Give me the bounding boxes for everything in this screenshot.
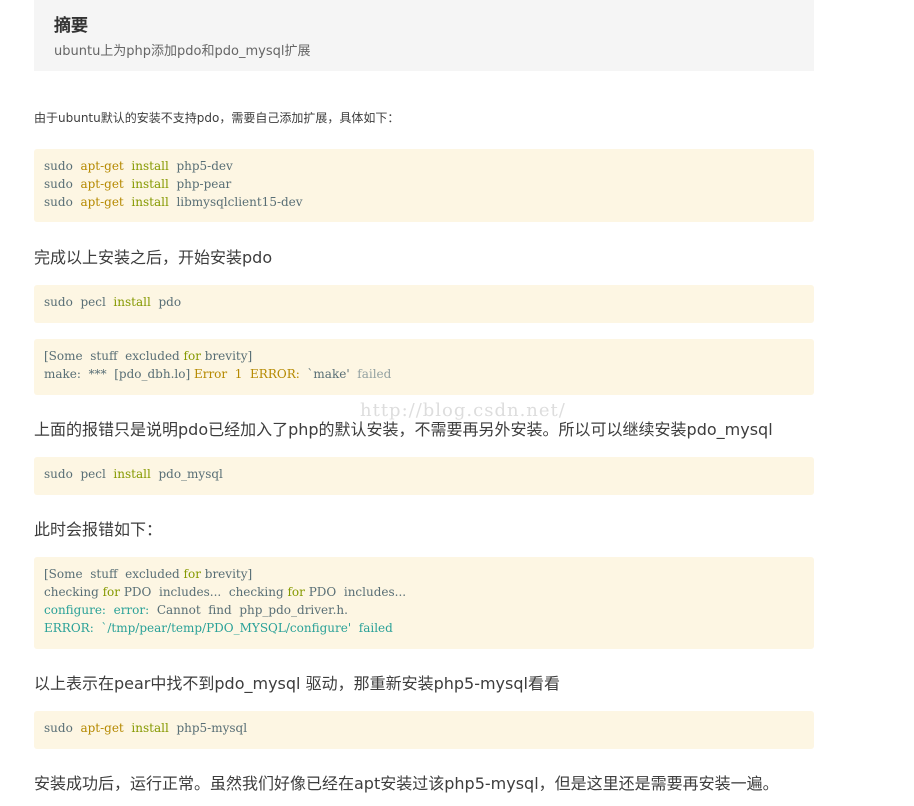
code-block-pdo-mysql-error: [Some stuff excluded for brevity] checki…	[34, 557, 814, 649]
code-line: sudo apt-get install php5-dev	[44, 159, 233, 173]
code-line: [Some stuff excluded for brevity]	[44, 349, 253, 363]
code-block-pdo-error: [Some stuff excluded for brevity] make: …	[34, 339, 814, 395]
code-block-pecl-pdo-mysql: sudo pecl install pdo_mysql	[34, 457, 814, 495]
code-line: sudo pecl install pdo	[44, 295, 182, 309]
code-line: configure: error: Cannot find php_pdo_dr…	[44, 603, 348, 617]
paragraph-reinstall: 以上表示在pear中找不到pdo_mysql 驱动，那重新安装php5-mysq…	[34, 674, 560, 693]
code-line: checking for PDO includes... checking fo…	[44, 585, 407, 599]
code-line: [Some stuff excluded for brevity]	[44, 567, 253, 581]
code-line: sudo pecl install pdo_mysql	[44, 467, 223, 481]
code-line: sudo apt-get install libmysqlclient15-de…	[44, 195, 303, 209]
summary-title: 摘要	[54, 16, 88, 36]
paragraph-intro: 由于ubuntu默认的安装不支持pdo，需要自己添加扩展，具体如下：	[34, 111, 400, 125]
paragraph-install-pdo: 完成以上安装之后，开始安装pdo	[34, 248, 273, 267]
code-line: sudo apt-get install php5-mysql	[44, 721, 248, 735]
code-block-apt-php5-mysql: sudo apt-get install php5-mysql	[34, 711, 814, 749]
paragraph-conclusion: 安装成功后，运行正常。虽然我们好像已经在apt安装过该php5-mysql，但是…	[34, 774, 779, 793]
code-block-apt: sudo apt-get install php5-dev sudo apt-g…	[34, 149, 814, 222]
code-block-pecl-pdo: sudo pecl install pdo	[34, 285, 814, 323]
paragraph-error-intro: 此时会报错如下：	[34, 520, 163, 539]
paragraph-explanation: 上面的报错只是说明pdo已经加入了php的默认安装，不需要再另外安装。所以可以继…	[34, 420, 773, 439]
code-line: sudo apt-get install php-pear	[44, 177, 232, 191]
code-line: ERROR: `/tmp/pear/temp/PDO_MYSQL/configu…	[44, 621, 393, 635]
summary-box: 摘要 ubuntu上为php添加pdo和pdo_mysql扩展	[34, 0, 814, 71]
summary-text: ubuntu上为php添加pdo和pdo_mysql扩展	[54, 44, 311, 59]
code-line: make: *** [pdo_dbh.lo] Error 1 ERROR: `m…	[44, 367, 392, 381]
